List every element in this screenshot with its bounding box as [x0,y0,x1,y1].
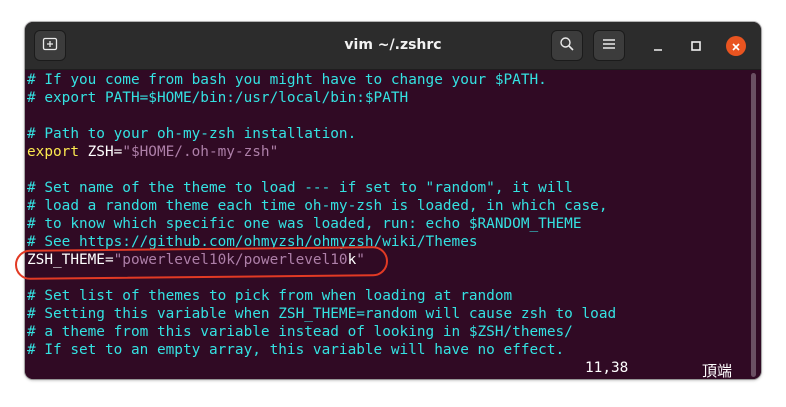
code-line: # Set name of the theme to load --- if s… [27,179,616,197]
code-line: # If set to an empty array, this variabl… [27,341,616,359]
terminal-area[interactable]: # If you come from bash you might have t… [25,70,761,379]
minimize-button[interactable] [649,36,667,54]
minimize-icon [653,36,663,55]
code-token: "$HOME/.oh-my-zsh" [122,144,279,160]
code-token: # Setting this variable when ZSH_THEME=r… [27,306,617,322]
close-button[interactable] [726,36,746,56]
code-line: # export PATH=$HOME/bin:/usr/local/bin:$… [27,89,616,107]
code-token: # export PATH=$HOME/bin:/usr/local/bin:$… [27,90,409,106]
code-line: # a theme from this variable instead of … [27,323,616,341]
code-line: # If you come from bash you might have t… [27,71,616,89]
code-token: ZSH= [78,144,123,160]
scrollbar[interactable] [751,73,756,377]
code-token: # Set name of the theme to load --- if s… [27,180,573,196]
menu-button[interactable] [593,30,625,61]
title-bar: vim ~/.zshrc [25,22,761,70]
code-token: # If set to an empty array, this variabl… [27,342,565,358]
hamburger-menu-icon [602,36,616,55]
close-icon [731,37,741,56]
code-line: # load a random theme each time oh-my-zs… [27,197,616,215]
code-token: # Path to your oh-my-zsh installation. [27,126,357,142]
search-icon [559,36,575,56]
highlight-annotation [14,246,389,280]
code-line: # Path to your oh-my-zsh installation. [27,125,616,143]
code-token: # If you come from bash you might have t… [27,72,547,88]
cursor-position: 11,38 [585,360,629,376]
code-line: # Set list of themes to pick from when l… [27,287,616,305]
code-line: # Setting this variable when ZSH_THEME=r… [27,305,616,323]
maximize-icon [691,36,701,55]
code-token: # Set list of themes to pick from when l… [27,288,513,304]
maximize-button[interactable] [687,36,705,54]
terminal-window: vim ~/.zshrc # If you come from bash you… [25,22,761,379]
editor-buffer[interactable]: # If you come from bash you might have t… [27,71,616,359]
code-token: # a theme from this variable instead of … [27,324,573,340]
code-line: export ZSH="$HOME/.oh-my-zsh" [27,143,616,161]
code-token: # load a random theme each time oh-my-zs… [27,198,608,214]
code-line: # to know which specific one was loaded,… [27,215,616,233]
scroll-position: 頂端 [702,362,733,379]
search-button[interactable] [551,30,583,61]
code-token: export [27,144,79,160]
code-token: # to know which specific one was loaded,… [27,216,582,232]
